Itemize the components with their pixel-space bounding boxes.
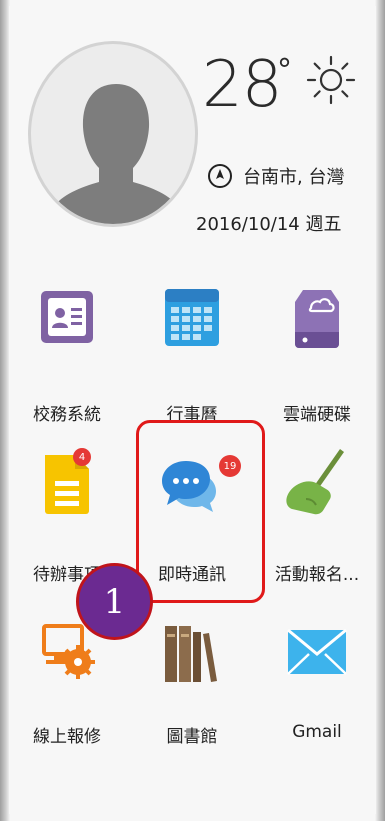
mail-envelope-icon (287, 628, 347, 675)
date-text: 2016/10/14 週五 (196, 214, 342, 235)
app-label: 校務系統 (33, 405, 101, 425)
hand-writing-icon (286, 449, 344, 515)
location-text: 台南市, 台灣 (243, 167, 345, 188)
cloud-drive-icon (295, 290, 339, 348)
person-silhouette-icon (53, 84, 179, 224)
app-label: Gmail (292, 722, 342, 742)
temperature: 28 (202, 48, 282, 122)
app-label: 線上報修 (33, 727, 101, 747)
highlight-box (136, 420, 265, 603)
app-cloud-drive[interactable]: 雲端硬碟 (262, 278, 372, 438)
app-label: 雲端硬碟 (283, 405, 351, 425)
app-school-affairs[interactable]: 校務系統 (12, 278, 122, 438)
calendar-icon (165, 289, 219, 346)
profile-avatar[interactable] (28, 41, 198, 227)
location-row[interactable]: 台南市, 台灣 (207, 158, 344, 194)
notification-badge: 4 (73, 448, 91, 466)
location-compass-icon (208, 164, 232, 188)
home-screen: 28 ° 台南市, 台灣 2016/10/14 週五 校務系統 行事曆 雲端硬碟… (9, 6, 376, 814)
contact-card-icon (41, 291, 93, 343)
step-marker: 1 (76, 563, 153, 640)
sun-icon (306, 55, 356, 105)
phone-frame: 28 ° 台南市, 台灣 2016/10/14 週五 校務系統 行事曆 雲端硬碟… (0, 0, 385, 821)
app-label: 活動報名... (274, 565, 360, 585)
degree-symbol: ° (277, 53, 292, 88)
app-gmail[interactable]: Gmail (262, 612, 372, 762)
app-event-registration[interactable]: 活動報名... (262, 441, 372, 601)
app-label: 圖書館 (166, 727, 218, 747)
app-library[interactable]: 圖書館 (137, 612, 247, 762)
app-calendar[interactable]: 行事曆 (137, 278, 247, 438)
books-icon (165, 626, 217, 682)
